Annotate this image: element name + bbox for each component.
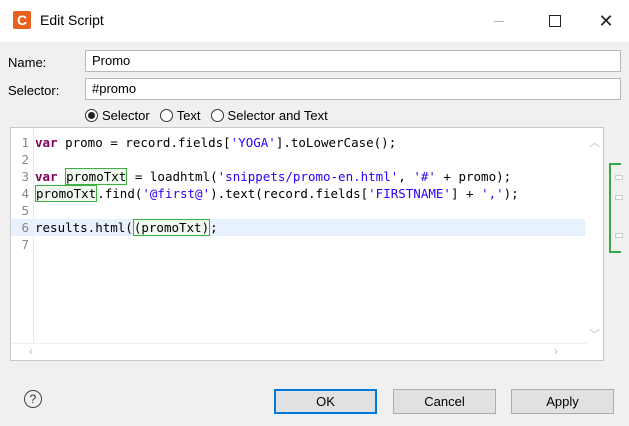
radio-selector-and-text[interactable]: Selector and Text bbox=[210, 107, 328, 123]
code-line[interactable]: 5 bbox=[11, 202, 591, 219]
code-token: results.html( bbox=[35, 220, 133, 235]
code-token: + promo); bbox=[435, 169, 512, 184]
vertical-scrollbar[interactable]: ︿ ﹀ bbox=[585, 128, 603, 346]
code-string: '@first@' bbox=[142, 186, 211, 201]
scroll-right-icon[interactable]: › bbox=[554, 344, 558, 358]
minimize-icon bbox=[494, 20, 504, 22]
code-token: ; bbox=[210, 220, 218, 235]
line-number: 7 bbox=[21, 237, 29, 252]
radio-selector[interactable]: Selector bbox=[85, 108, 150, 123]
code-token: promo = record.fields[ bbox=[57, 135, 231, 150]
code-token: ).text(record.fields[ bbox=[210, 186, 369, 201]
selector-label: Selector: bbox=[8, 83, 60, 98]
code-line[interactable]: 1 var promo = record.fields['YOGA'].toLow… bbox=[11, 134, 591, 151]
apply-button[interactable]: Apply bbox=[511, 389, 614, 414]
code-string: ',' bbox=[481, 186, 504, 201]
horizontal-scrollbar[interactable]: ‹ › bbox=[11, 343, 587, 360]
code-string: 'FIRSTNAME' bbox=[368, 186, 451, 201]
occurrence-overview-ruler bbox=[609, 163, 623, 253]
radio-text[interactable]: Text bbox=[159, 107, 201, 123]
scroll-up-icon[interactable]: ︿ bbox=[589, 134, 600, 150]
title-bar: C Edit Script ✕ bbox=[0, 0, 629, 42]
occurrence-marker[interactable] bbox=[615, 175, 623, 180]
code-string: '#' bbox=[413, 169, 436, 184]
code-string: 'YOGA' bbox=[230, 135, 276, 150]
code-line[interactable]: 2 bbox=[11, 151, 591, 168]
name-label: Name: bbox=[8, 55, 47, 70]
help-icon[interactable]: ? bbox=[24, 390, 42, 408]
scroll-down-icon[interactable]: ﹀ bbox=[589, 326, 600, 342]
radio-selector-and-text-label: Selector and Text bbox=[227, 107, 328, 123]
ok-button[interactable]: OK bbox=[274, 389, 377, 414]
code-token: , bbox=[398, 169, 414, 184]
code-keyword: var bbox=[35, 135, 58, 150]
code-token: ); bbox=[503, 186, 519, 201]
radio-button-checked[interactable] bbox=[85, 108, 98, 122]
code-keyword: var bbox=[35, 169, 58, 184]
selector-field[interactable]: #promo bbox=[85, 78, 621, 100]
occurrence-marker[interactable] bbox=[615, 195, 623, 200]
cancel-button[interactable]: Cancel bbox=[393, 389, 496, 414]
line-number: 1 bbox=[21, 135, 29, 150]
radio-button[interactable] bbox=[159, 108, 173, 122]
code-line[interactable]: 4 promoTxt.find('@first@').text(record.fi… bbox=[11, 185, 591, 202]
maximize-button[interactable] bbox=[532, 0, 578, 42]
line-number: 4 bbox=[21, 186, 29, 201]
line-number: 5 bbox=[21, 203, 29, 218]
mode-radio-group: Selector Text Selector and Text bbox=[85, 106, 338, 124]
occurrence-highlight: promoTxt bbox=[35, 185, 98, 202]
code-token: = loadhtml( bbox=[127, 169, 218, 184]
code-token: ].toLowerCase(); bbox=[275, 135, 397, 150]
line-number: 6 bbox=[21, 220, 29, 235]
minimize-button[interactable] bbox=[476, 0, 522, 42]
maximize-icon bbox=[549, 15, 561, 27]
close-icon: ✕ bbox=[598, 10, 614, 31]
code-string: 'snippets/promo-en.html' bbox=[217, 169, 399, 184]
code-editor[interactable]: 1 var promo = record.fields['YOGA'].toLow… bbox=[10, 127, 604, 361]
line-number: 2 bbox=[21, 152, 29, 167]
name-field[interactable]: Promo bbox=[85, 50, 621, 72]
code-token: .find( bbox=[97, 186, 143, 201]
code-line[interactable]: 6 results.html((promoTxt); bbox=[11, 219, 591, 236]
radio-button[interactable] bbox=[210, 108, 224, 122]
code-line[interactable]: 7 bbox=[11, 236, 591, 253]
radio-selector-label: Selector bbox=[102, 107, 150, 123]
radio-text-label: Text bbox=[176, 107, 201, 123]
app-icon: C bbox=[13, 11, 31, 29]
line-number: 3 bbox=[21, 169, 29, 184]
window-title: Edit Script bbox=[40, 12, 104, 28]
code-token: ] + bbox=[450, 186, 482, 201]
occurrence-marker[interactable] bbox=[615, 233, 623, 238]
code-line[interactable]: 3 var promoTxt = loadhtml('snippets/promo… bbox=[11, 168, 591, 185]
close-button[interactable]: ✕ bbox=[583, 0, 629, 42]
scroll-left-icon[interactable]: ‹ bbox=[29, 344, 33, 358]
occurrence-highlight: promoTxt bbox=[65, 168, 128, 185]
occurrence-highlight: (promoTxt) bbox=[132, 219, 211, 236]
